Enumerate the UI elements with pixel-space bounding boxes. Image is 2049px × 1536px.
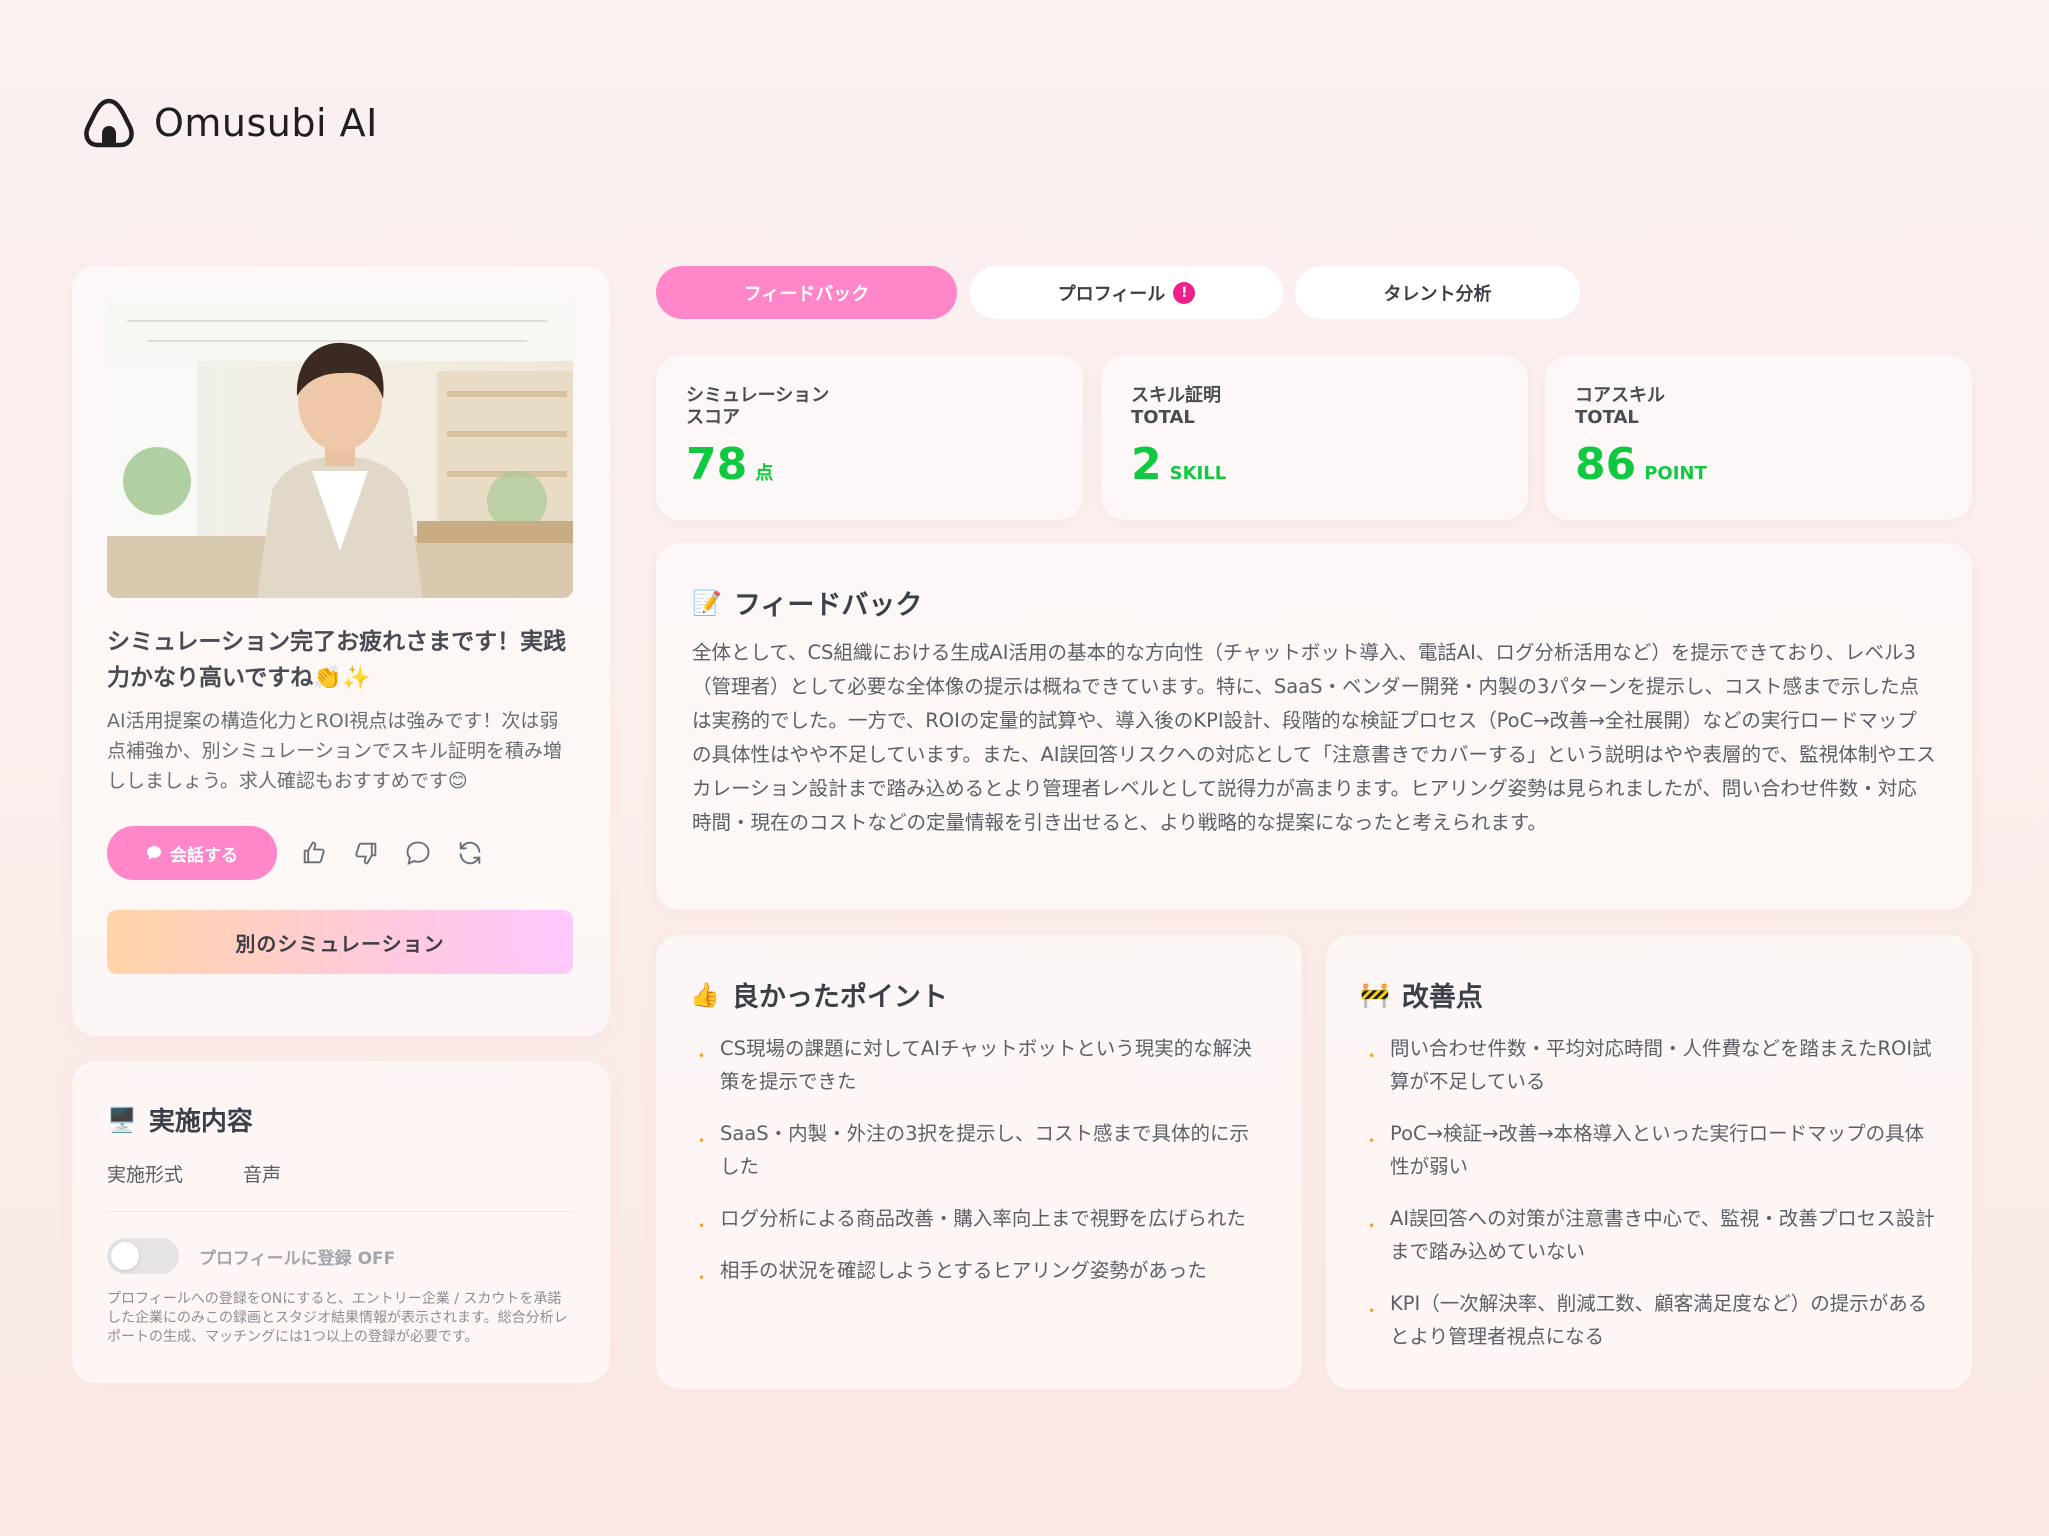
implementation-title: 🖥️ 実施内容: [107, 1101, 575, 1138]
good-points-title-text: 良かったポイント: [731, 982, 948, 1013]
tab-talent-analysis-label: タレント分析: [1383, 283, 1492, 305]
stat-label: コアスキル TOTAL: [1575, 385, 1942, 429]
stat-label: スキル証明 TOTAL: [1131, 385, 1498, 429]
profile-card: シミュレーション完了お疲れさまです！実践力かなり高いですね👏✨ AI活用提案の構…: [72, 266, 610, 1036]
profile-register-label: プロフィールに登録 OFF: [199, 1248, 396, 1269]
implementation-format-row: 実施形式 音声: [107, 1160, 575, 1212]
thumbs-down-icon: [355, 842, 377, 865]
stat-value: 78 点: [686, 439, 1053, 490]
stat-label: シミュレーション スコア: [686, 385, 1053, 429]
chat-bubble-icon: [147, 846, 161, 860]
avatar-photo: [107, 301, 573, 598]
regenerate-button[interactable]: [455, 838, 485, 868]
feedback-title: 📝 フィードバック: [692, 583, 1936, 622]
memo-icon: 📝: [692, 588, 722, 617]
stat-skill-proof: スキル証明 TOTAL 2 SKILL: [1101, 355, 1528, 520]
list-item: 相手の状況を確認しようとするヒアリング姿勢があった: [690, 1254, 1268, 1287]
profile-register-toggle[interactable]: [107, 1238, 179, 1274]
another-simulation-button[interactable]: 別のシミュレーション: [107, 910, 573, 974]
stat-unit: POINT: [1644, 463, 1707, 484]
tab-profile-label: プロフィール: [1057, 283, 1166, 305]
thumbs-up-button[interactable]: [299, 838, 329, 868]
stat-label-line2: TOTAL: [1131, 407, 1195, 428]
good-points-list: CS現場の課題に対してAIチャットボットという現実的な解決策を提示できた Saa…: [690, 1032, 1268, 1287]
app-logo[interactable]: Omusubi AI: [82, 96, 378, 150]
talk-button[interactable]: 会話する: [107, 826, 277, 880]
list-item: KPI（一次解決率、削減工数、顧客満足度など）の提示があるとより管理者視点になる: [1360, 1287, 1938, 1353]
refresh-icon: [459, 841, 481, 865]
format-value: 音声: [243, 1164, 282, 1186]
stat-value: 86 POINT: [1575, 439, 1942, 490]
toggle-knob: [111, 1242, 139, 1270]
list-item: 問い合わせ件数・平均対応時間・人件費などを踏まえたROI試算が不足している: [1360, 1032, 1938, 1098]
list-item: CS現場の課題に対してAIチャットボットという現実的な解決策を提示できた: [690, 1032, 1268, 1098]
monitor-icon: 🖥️: [107, 1105, 137, 1134]
thumbs-up-icon: [303, 841, 325, 864]
stat-value: 2 SKILL: [1131, 439, 1498, 490]
good-points-card: 👍 良かったポイント CS現場の課題に対してAIチャットボットという現実的な解決…: [656, 935, 1302, 1389]
stat-number: 86: [1575, 439, 1637, 490]
tab-profile[interactable]: プロフィール !: [970, 266, 1283, 319]
list-item: PoC→検証→改善→本格導入といった実行ロードマップの具体性が弱い: [1360, 1117, 1938, 1183]
tab-feedback-label: フィードバック: [743, 283, 870, 305]
stat-label-line1: シミュレーション: [686, 385, 830, 406]
completion-message-title: シミュレーション完了お疲れさまです！実践力かなり高いですね👏✨: [107, 629, 567, 691]
stat-label-line1: コアスキル: [1575, 385, 1665, 406]
improvements-title-text: 改善点: [1401, 982, 1483, 1013]
implementation-card: 🖥️ 実施内容 実施形式 音声 プロフィールに登録 OFF プロフィールへの登録…: [72, 1061, 610, 1383]
format-label: 実施形式: [107, 1164, 184, 1186]
list-item: AI誤回答への対策が注意書き中心で、監視・改善プロセス設計まで踏み込めていない: [1360, 1202, 1938, 1268]
construction-icon: 🚧: [1360, 980, 1390, 1009]
stat-unit: SKILL: [1169, 463, 1227, 484]
improvements-list: 問い合わせ件数・平均対応時間・人件費などを踏まえたROI試算が不足している Po…: [1360, 1032, 1938, 1353]
stat-core-skill: コアスキル TOTAL 86 POINT: [1545, 355, 1972, 520]
stat-label-line2: TOTAL: [1575, 407, 1639, 428]
tab-feedback[interactable]: フィードバック: [656, 266, 957, 319]
tab-talent-analysis[interactable]: タレント分析: [1295, 266, 1580, 319]
implementation-title-text: 実施内容: [148, 1107, 253, 1137]
feedback-body: 全体として、CS組織における生成AI活用の基本的な方向性（チャットボット導入、電…: [692, 641, 1936, 834]
stat-simulation-score: シミュレーション スコア 78 点: [656, 355, 1083, 520]
stat-number: 78: [686, 439, 748, 490]
profile-register-row: プロフィールに登録 OFF: [107, 1238, 575, 1274]
list-item: ログ分析による商品改善・購入率向上まで視野を広げられた: [690, 1202, 1268, 1235]
stat-label-line1: スキル証明: [1131, 385, 1221, 406]
feedback-title-text: フィードバック: [733, 590, 923, 621]
improvements-card: 🚧 改善点 問い合わせ件数・平均対応時間・人件費などを踏まえたROI試算が不足し…: [1326, 935, 1972, 1389]
stat-label-line2: スコア: [686, 407, 740, 428]
comment-button[interactable]: [403, 838, 433, 868]
omusubi-logo-icon: [84, 98, 134, 148]
stat-unit: 点: [755, 463, 774, 484]
feedback-card: 📝 フィードバック 全体として、CS組織における生成AI活用の基本的な方向性（チ…: [656, 543, 1972, 910]
improvements-title: 🚧 改善点: [1360, 975, 1938, 1014]
talk-button-label: 会話する: [170, 845, 238, 866]
completion-message-body: AI活用提案の構造化力とROI視点は強みです！次は弱点補強か、別シミュレーション…: [107, 710, 562, 792]
thumbs-up-emoji-icon: 👍: [690, 980, 720, 1009]
good-points-title: 👍 良かったポイント: [690, 975, 1268, 1014]
message-actions: 会話する: [107, 826, 575, 880]
alert-badge-icon: !: [1173, 281, 1196, 304]
thumbs-down-button[interactable]: [351, 838, 381, 868]
list-item: SaaS・内製・外注の3択を提示し、コスト感まで具体的に示した: [690, 1117, 1268, 1183]
stat-number: 2: [1131, 439, 1162, 490]
app-name: Omusubi AI: [154, 101, 378, 145]
comment-icon: [406, 841, 430, 866]
profile-register-note: プロフィールへの登録をONにすると、エントリー企業 / スカウトを承諾した企業に…: [107, 1291, 568, 1345]
